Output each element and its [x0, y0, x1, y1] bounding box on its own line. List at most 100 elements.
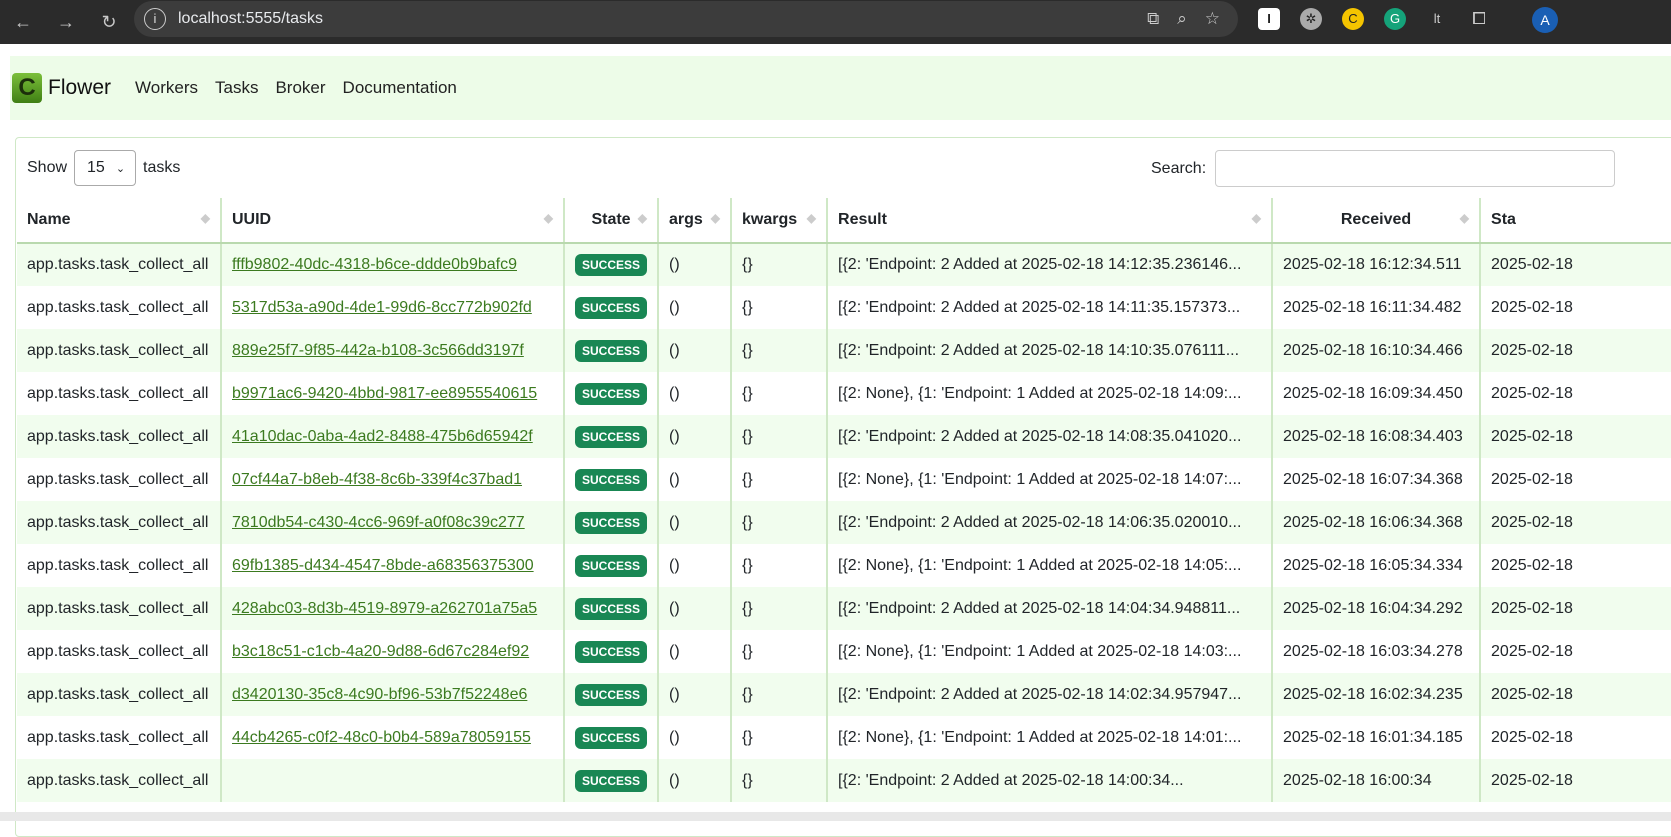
task-uuid-link[interactable]: b9971ac6-9420-4bbd-9817-ee8955540615: [232, 385, 537, 402]
nav-documentation[interactable]: Documentation: [343, 78, 457, 98]
status-badge: SUCCESS: [575, 296, 648, 319]
uuid-cell: 44cb4265-c0f2-48c0-b0b4-589a78059155: [220, 716, 564, 759]
brand[interactable]: Flower: [48, 76, 111, 100]
table-row[interactable]: app.tasks.task_collect_all 889e25f7-9f85…: [17, 329, 1671, 372]
kwargs: {}: [730, 587, 828, 630]
header-label: UUID: [232, 211, 272, 228]
received: 2025-02-18 16:07:34.368: [1271, 458, 1481, 501]
grammarly-icon[interactable]: G: [1384, 8, 1406, 30]
languagetool-icon[interactable]: lt: [1426, 8, 1448, 30]
sort-icon[interactable]: ◆: [1460, 211, 1469, 225]
column-header-kwargs[interactable]: kwargs ◆: [730, 198, 828, 244]
translate-icon[interactable]: ⧉: [1147, 9, 1159, 29]
task-uuid-link[interactable]: 7810db54-c430-4cc6-969f-a0f08c39c277: [232, 514, 525, 531]
profile-avatar[interactable]: A: [1532, 7, 1558, 33]
table-row[interactable]: app.tasks.task_collect_all fffb9802-40dc…: [17, 243, 1671, 286]
search-input[interactable]: [1215, 150, 1616, 187]
task-uuid-link[interactable]: b3c18c51-c1cb-4a20-9d88-6d67c284ef92: [232, 643, 529, 660]
table-row[interactable]: app.tasks.task_collect_all SUCCESS () {}…: [17, 759, 1671, 802]
state-cell: SUCCESS: [562, 630, 659, 673]
extension-c-icon[interactable]: C: [1342, 8, 1364, 30]
task-uuid-link[interactable]: d3420130-35c8-4c90-bf96-53b7f52248e6: [232, 686, 527, 703]
column-header-received[interactable]: Received ◆: [1271, 198, 1481, 244]
task-uuid-link[interactable]: 889e25f7-9f85-442a-b108-3c566dd3197f: [232, 342, 524, 359]
site-info-icon[interactable]: i: [144, 8, 166, 30]
table-row[interactable]: app.tasks.task_collect_all d3420130-35c8…: [17, 673, 1671, 716]
task-uuid-link[interactable]: 07cf44a7-b8eb-4f38-8c6b-339f4c37bad1: [232, 471, 522, 488]
kwargs: {}: [730, 415, 828, 458]
extension-globe-icon[interactable]: ✲: [1300, 8, 1322, 30]
table-row[interactable]: app.tasks.task_collect_all 428abc03-8d3b…: [17, 587, 1671, 630]
flower-logo-icon[interactable]: C: [12, 73, 42, 103]
task-uuid-link[interactable]: 428abc03-8d3b-4519-8979-a262701a75a5: [232, 600, 537, 617]
table-row[interactable]: app.tasks.task_collect_all b9971ac6-9420…: [17, 372, 1671, 415]
page-size-select[interactable]: 15 ⌄: [74, 150, 137, 186]
result: [{2: None}, {1: 'Endpoint: 1 Added at 20…: [826, 544, 1273, 587]
extensions-puzzle-icon[interactable]: ⧠: [1468, 8, 1490, 30]
task-uuid-link[interactable]: fffb9802-40dc-4318-b6ce-ddde0b9bafc9: [232, 256, 517, 273]
task-uuid-link[interactable]: 69fb1385-d434-4547-8bde-a68356375300: [232, 557, 534, 574]
received: 2025-02-18 16:12:34.511: [1271, 243, 1481, 286]
table-row[interactable]: app.tasks.task_collect_all 5317d53a-a90d…: [17, 286, 1671, 329]
sort-icon[interactable]: ◆: [544, 211, 553, 225]
task-uuid-link[interactable]: 41a10dac-0aba-4ad2-8488-475b6d65942f: [232, 428, 533, 445]
sort-icon[interactable]: ◆: [807, 211, 816, 225]
column-header-started[interactable]: Sta: [1479, 198, 1671, 244]
task-name: app.tasks.task_collect_all: [27, 298, 209, 316]
reload-icon[interactable]: ↻: [98, 12, 120, 33]
state-cell: SUCCESS: [562, 501, 659, 544]
uuid-cell: 69fb1385-d434-4547-8bde-a68356375300: [220, 544, 564, 587]
table-row[interactable]: app.tasks.task_collect_all 69fb1385-d434…: [17, 544, 1671, 587]
extension-i-icon[interactable]: I: [1258, 8, 1280, 30]
started: 2025-02-18: [1479, 544, 1671, 587]
received: 2025-02-18 16:06:34.368: [1271, 501, 1481, 544]
state-cell: SUCCESS: [562, 286, 659, 329]
sort-icon[interactable]: ◆: [638, 211, 647, 225]
state-cell: SUCCESS: [562, 673, 659, 716]
task-uuid-link[interactable]: 44cb4265-c0f2-48c0-b0b4-589a78059155: [232, 729, 531, 746]
kwargs: {}: [730, 673, 828, 716]
started: 2025-02-18: [1479, 716, 1671, 759]
url-text[interactable]: localhost:5555/tasks: [178, 10, 323, 28]
header-label: args: [669, 211, 703, 228]
forward-icon[interactable]: →: [55, 12, 77, 33]
sort-icon[interactable]: ◆: [201, 211, 210, 225]
nav-workers[interactable]: Workers: [135, 78, 198, 98]
address-bar[interactable]: i localhost:5555/tasks ⧉ ⌕ ☆: [134, 1, 1238, 37]
column-header-args[interactable]: args ◆: [657, 198, 732, 244]
args: (): [657, 716, 732, 759]
task-uuid-link[interactable]: 5317d53a-a90d-4de1-99d6-8cc772b902fd: [232, 299, 532, 316]
column-header-result[interactable]: Result ◆: [826, 198, 1273, 244]
table-row[interactable]: app.tasks.task_collect_all 41a10dac-0aba…: [17, 415, 1671, 458]
kwargs: {}: [730, 458, 828, 501]
task-name: app.tasks.task_collect_all: [27, 728, 209, 746]
show-label: Show: [27, 159, 68, 176]
kwargs: {}: [730, 544, 828, 587]
back-icon[interactable]: ←: [12, 12, 34, 33]
uuid-cell: b3c18c51-c1cb-4a20-9d88-6d67c284ef92: [220, 630, 564, 673]
table-row[interactable]: app.tasks.task_collect_all b3c18c51-c1cb…: [17, 630, 1671, 673]
state-cell: SUCCESS: [562, 458, 659, 501]
zoom-icon[interactable]: ⌕: [1177, 9, 1187, 29]
column-header-name[interactable]: Name ◆: [17, 198, 221, 244]
nav-tasks[interactable]: Tasks: [215, 78, 258, 98]
column-header-uuid[interactable]: UUID ◆: [220, 198, 564, 244]
sort-icon[interactable]: ◆: [1252, 211, 1261, 225]
table-row[interactable]: app.tasks.task_collect_all 44cb4265-c0f2…: [17, 716, 1671, 759]
result: [{2: 'Endpoint: 2 Added at 2025-02-18 14…: [826, 587, 1273, 630]
kwargs: {}: [730, 329, 828, 372]
bookmark-star-icon[interactable]: ☆: [1205, 9, 1220, 29]
state-cell: SUCCESS: [562, 544, 659, 587]
status-badge: SUCCESS: [575, 425, 648, 448]
task-name: app.tasks.task_collect_all: [27, 384, 209, 402]
nav-broker[interactable]: Broker: [275, 78, 325, 98]
column-header-state[interactable]: State ◆: [562, 198, 659, 244]
result: [{2: None}, {1: 'Endpoint: 1 Added at 20…: [826, 458, 1273, 501]
table-row[interactable]: app.tasks.task_collect_all 7810db54-c430…: [17, 501, 1671, 544]
started: 2025-02-18: [1479, 329, 1671, 372]
header-label: Sta: [1491, 211, 1516, 228]
table-row[interactable]: app.tasks.task_collect_all 07cf44a7-b8eb…: [17, 458, 1671, 501]
horizontal-scrollbar[interactable]: [0, 812, 1671, 821]
kwargs: {}: [730, 286, 828, 329]
sort-icon[interactable]: ◆: [711, 211, 720, 225]
